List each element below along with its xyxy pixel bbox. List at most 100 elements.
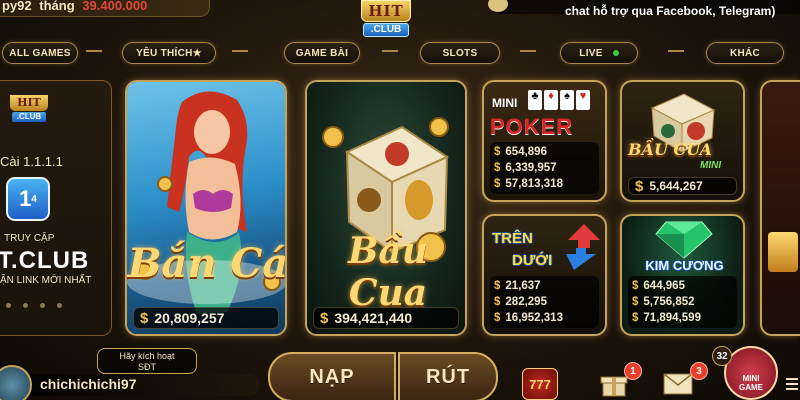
jackpot-value: 654,896 — [505, 146, 547, 158]
withdraw-label: RÚT — [425, 365, 471, 388]
jackpot-row: $5,756,852 — [632, 294, 733, 310]
ban-ca-title: Bắn Cá — [127, 240, 287, 287]
username: chichichichi97 — [40, 376, 137, 392]
bau-cua-mini-jackpot: $ 5,644,267 — [628, 177, 737, 195]
bau-cua-jackpot: $ 394,421,440 — [313, 307, 459, 329]
activate-phone-button[interactable]: Hãy kích hoạt SĐT — [97, 348, 197, 374]
up-down-arrows-icon — [566, 224, 600, 270]
tab-favorites[interactable]: YÊU THÍCH★ — [122, 42, 216, 64]
pagination-dot[interactable] — [6, 303, 11, 308]
dollar-icon: $ — [635, 177, 644, 195]
dollar-icon: $ — [494, 296, 501, 308]
top-winner-ticker: py92 tháng 39.400.000 — [0, 0, 210, 17]
ticker-amount: 39.400.000 — [82, 0, 148, 13]
mail-icon-svg — [663, 373, 693, 395]
tren-duoi-bottom-label: DƯỚI — [512, 252, 553, 269]
kim-cuong-title: KIM CƯƠNG — [645, 258, 724, 273]
nav-divider — [668, 50, 684, 52]
ban-ca-jackpot-value: 20,809,257 — [154, 310, 225, 326]
dollar-icon: $ — [494, 146, 501, 158]
bau-cua-jackpot-value: 394,421,440 — [334, 310, 413, 326]
dollar-icon: $ — [632, 280, 639, 292]
mail-badge: 3 — [690, 362, 708, 380]
jackpot-value: 16,952,313 — [505, 312, 563, 324]
game-card-tren-duoi[interactable]: TRÊN DƯỚI $21,637 $282,295 $16,952,313 — [482, 214, 607, 336]
mermaid-illustration — [127, 91, 285, 314]
mini-game-badge: 32 — [712, 346, 732, 366]
menu-icon-bars — [786, 383, 798, 385]
dns-app-icon-sup: 4 — [31, 193, 37, 205]
dollar-icon: $ — [632, 312, 639, 324]
gift-badge: 1 — [624, 362, 642, 380]
tren-duoi-jackpots: $21,637 $282,295 $16,952,313 — [490, 276, 599, 328]
jackpot-value: 6,339,957 — [505, 162, 557, 174]
game-card-ban-ca[interactable]: Bắn Cá $ 20,809,257 — [125, 80, 287, 336]
dollar-icon: $ — [494, 280, 501, 292]
dollar-icon: $ — [494, 312, 501, 324]
top-bar: py92 tháng 39.400.000 HIT .CLUB chat hỗ … — [0, 0, 800, 37]
bau-cua-mini-title: BẦU CUA — [628, 140, 713, 159]
jackpot-value: 21,637 — [505, 280, 541, 292]
game-card-mini-poker[interactable]: MINI ♣ ♦ ♠ ♥ POKER $654,896 $6,339,957 $… — [482, 80, 607, 202]
live-indicator-icon — [612, 50, 619, 56]
bau-cua-mini-sub: MINI — [700, 160, 722, 171]
jackpot-row: $644,965 — [632, 278, 733, 294]
mini-game-line1: MINI — [742, 374, 760, 383]
mini-poker-title: POKER — [490, 114, 574, 139]
tab-card-games[interactable]: GAME BÀI — [284, 42, 360, 64]
jackpot-value: 282,295 — [505, 296, 547, 308]
promo-logo: HIT .CLUB — [8, 95, 50, 125]
ban-ca-jackpot: $ 20,809,257 — [133, 307, 279, 329]
logo-club-text: .CLUB — [363, 23, 409, 37]
game-card-bau-cua-mini[interactable]: BẦU CUA MINI $ 5,644,267 — [620, 80, 745, 202]
dns-app-icon: 14 — [6, 177, 50, 221]
nav-divider — [232, 50, 248, 52]
pagination-dot[interactable] — [23, 303, 28, 308]
card-suits-icon: ♣ ♦ ♠ ♥ — [528, 90, 590, 110]
logo-shield: HIT — [361, 0, 411, 22]
deposit-button[interactable]: NẠP — [268, 352, 396, 400]
tab-other-label: KHÁC — [729, 47, 761, 59]
game-card-bau-cua[interactable]: Bầu Cua $ 394,421,440 — [305, 80, 467, 336]
avatar[interactable] — [0, 365, 32, 400]
hit-club-logo[interactable]: HIT .CLUB — [352, 0, 420, 42]
activate-line1: Hãy kích hoạt — [119, 351, 175, 361]
gift-icon-svg — [600, 376, 628, 397]
tab-live[interactable]: LIVE — [560, 42, 638, 64]
jackpot-row: $57,813,318 — [494, 176, 595, 192]
bau-cua-title: Bầu Cua — [348, 230, 428, 314]
tab-favorites-label: YÊU THÍCH★ — [136, 47, 202, 59]
jackpot-row: $282,295 — [494, 294, 595, 310]
support-text: chat hỗ trợ qua Facebook, Telegram) — [565, 4, 776, 18]
jackpot-row: $6,339,957 — [494, 160, 595, 176]
ticker-month-label: tháng — [39, 0, 75, 13]
game-card-partial[interactable] — [760, 80, 800, 336]
mini-poker-top-label: MINI — [492, 96, 518, 110]
jackpot-value: 71,894,599 — [643, 312, 701, 324]
slot-777-icon[interactable]: 777 — [522, 368, 558, 400]
promo-banner[interactable]: HIT .CLUB Cài 1.1.1.1 14 TRUY CẬP T.CLUB… — [0, 80, 112, 336]
dollar-icon: $ — [494, 162, 501, 174]
tab-all-games-label: ALL GAMES — [9, 47, 71, 59]
mini-poker-jackpots: $654,896 $6,339,957 $57,813,318 — [490, 142, 599, 194]
mini-game-button[interactable]: MINI GAME — [724, 346, 778, 400]
pagination-dot[interactable] — [57, 303, 62, 308]
dollar-icon: $ — [494, 178, 501, 190]
tab-slots-label: SLOTS — [442, 47, 478, 59]
jackpot-value: 5,756,852 — [643, 296, 695, 308]
partial-card-art — [768, 232, 798, 272]
dollar-icon: $ — [632, 296, 639, 308]
ban-ca-artwork — [127, 82, 285, 334]
tab-slots[interactable]: SLOTS — [420, 42, 500, 64]
nav-divider — [86, 50, 102, 52]
tab-other[interactable]: KHÁC — [706, 42, 784, 64]
menu-icon[interactable] — [784, 368, 800, 400]
tab-all-games[interactable]: ALL GAMES — [2, 42, 78, 64]
pagination-dot[interactable] — [40, 303, 45, 308]
mini-game-line2: GAME — [739, 383, 763, 392]
game-card-kim-cuong[interactable]: KIM CƯƠNG $644,965 $5,756,852 $71,894,59… — [620, 214, 745, 336]
bau-cua-mini-jackpot-value: 5,644,267 — [649, 179, 703, 193]
withdraw-button[interactable]: RÚT — [398, 352, 498, 400]
tren-duoi-top-label: TRÊN — [492, 230, 533, 247]
deposit-label: NẠP — [309, 365, 355, 388]
